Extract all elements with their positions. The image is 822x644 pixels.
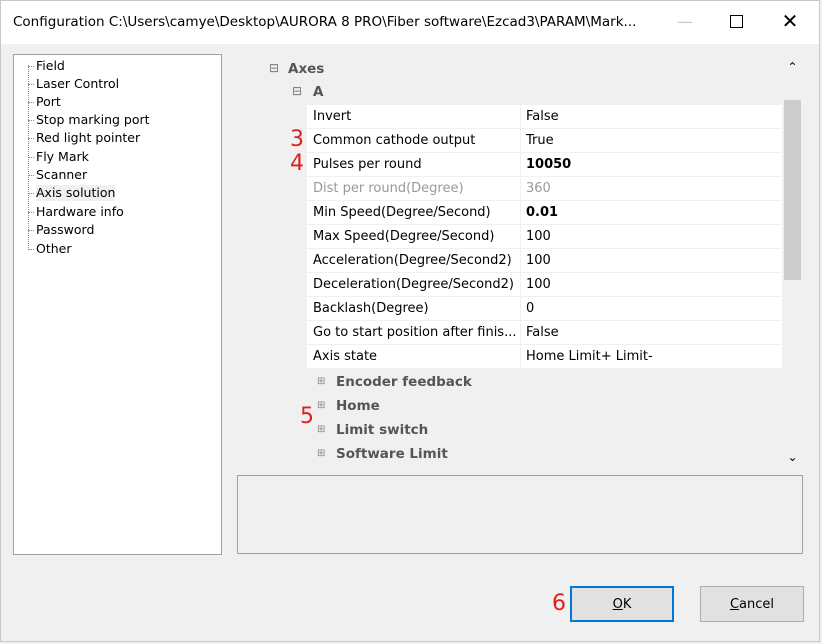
cancel-label: ancel	[739, 596, 775, 612]
property-value[interactable]: 100	[526, 277, 551, 292]
tree-connector	[28, 138, 34, 139]
tree-connector	[28, 102, 34, 103]
property-name: Common cathode output	[313, 133, 476, 148]
ok-accelerator: O	[612, 596, 623, 612]
description-panel	[237, 475, 803, 554]
tree-connector	[28, 66, 34, 67]
vertical-scrollbar[interactable]: ⌃ ⌄	[782, 54, 803, 466]
tree-connector	[28, 212, 34, 213]
tree-connector	[28, 175, 34, 176]
annotation-4: 4	[290, 151, 304, 176]
property-value[interactable]: Home Limit+ Limit-	[526, 349, 653, 364]
property-value: 360	[526, 181, 551, 196]
property-row[interactable]: Invert False	[307, 105, 783, 129]
property-name: Max Speed(Degree/Second)	[313, 229, 495, 244]
maximize-icon	[729, 14, 743, 28]
cancel-button[interactable]: Cancel	[700, 586, 804, 622]
property-name: Acceleration(Degree/Second2)	[313, 253, 512, 268]
annotation-6: 6	[552, 591, 566, 616]
property-row[interactable]: Min Speed(Degree/Second) 0.01	[307, 201, 783, 225]
tree-connector	[28, 193, 34, 194]
collapse-icon[interactable]: ⊟	[269, 61, 279, 75]
tree-item-scanner[interactable]: Scanner	[36, 167, 87, 183]
property-row[interactable]: Max Speed(Degree/Second) 100	[307, 225, 783, 249]
property-row[interactable]: Pulses per round 10050	[307, 153, 783, 177]
close-icon: ✕	[781, 9, 799, 33]
scrollbar-thumb[interactable]	[784, 100, 801, 280]
tree-connector	[28, 120, 34, 121]
category-axes[interactable]: Axes	[288, 61, 324, 77]
property-name: Axis state	[313, 349, 378, 364]
property-grid: ⊟ Axes ⊟ A Invert False Common cathode o…	[237, 54, 803, 466]
annotation-3: 3	[290, 127, 304, 152]
category-home[interactable]: Home	[336, 398, 380, 414]
property-row[interactable]: Dist per round(Degree) 360	[307, 177, 783, 201]
tree-connector	[28, 230, 34, 231]
property-value[interactable]: False	[526, 109, 559, 124]
property-name: Dist per round(Degree)	[313, 181, 464, 196]
category-software-limit[interactable]: Software Limit	[336, 446, 448, 462]
settings-tree: Field Laser Control Port Stop marking po…	[13, 54, 222, 555]
tree-item-hardware-info[interactable]: Hardware info	[36, 204, 124, 220]
expand-icon[interactable]: ⊞	[317, 376, 325, 387]
property-row[interactable]: Deceleration(Degree/Second2) 100	[307, 273, 783, 297]
property-value[interactable]: 0	[526, 301, 534, 316]
minimize-icon: —	[677, 11, 693, 31]
property-row[interactable]: Acceleration(Degree/Second2) 100	[307, 249, 783, 273]
ok-button[interactable]: OK	[570, 586, 674, 622]
property-name: Go to start position after finis...	[313, 325, 517, 340]
tree-item-other[interactable]: Other	[36, 241, 72, 257]
cancel-accelerator: C	[729, 596, 740, 612]
annotation-5: 5	[300, 404, 314, 429]
property-row[interactable]: Axis state Home Limit+ Limit-	[307, 345, 783, 369]
collapse-icon[interactable]: ⊟	[292, 84, 302, 98]
tree-item-fly-mark[interactable]: Fly Mark	[36, 149, 89, 165]
title-bar: Configuration C:\Users\camye\Desktop\AUR…	[0, 0, 820, 44]
category-a[interactable]: A	[313, 84, 323, 100]
tree-item-red-light-pointer[interactable]: Red light pointer	[36, 130, 140, 146]
property-value[interactable]: 100	[526, 229, 551, 244]
property-value[interactable]: False	[526, 325, 559, 340]
scroll-up-icon[interactable]: ⌃	[782, 60, 803, 76]
property-row[interactable]: Backlash(Degree) 0	[307, 297, 783, 321]
property-value[interactable]: 10050	[526, 157, 571, 172]
close-button[interactable]: ✕	[767, 1, 813, 41]
ok-label: K	[622, 596, 632, 612]
window-title: Configuration C:\Users\camye\Desktop\AUR…	[13, 14, 637, 30]
tree-item-axis-solution[interactable]: Axis solution	[36, 185, 116, 201]
property-name: Deceleration(Degree/Second2)	[313, 277, 514, 292]
property-value[interactable]: 100	[526, 253, 551, 268]
property-name: Min Speed(Degree/Second)	[313, 205, 491, 220]
property-value[interactable]: 0.01	[526, 205, 558, 220]
tree-connector	[28, 157, 34, 158]
tree-item-field[interactable]: Field	[36, 58, 65, 74]
property-name: Backlash(Degree)	[313, 301, 429, 316]
category-limit-switch[interactable]: Limit switch	[336, 422, 428, 438]
tree-connector	[28, 84, 34, 85]
property-name: Pulses per round	[313, 157, 422, 172]
expand-icon[interactable]: ⊞	[317, 448, 325, 459]
minimize-button[interactable]: —	[662, 1, 708, 41]
property-row[interactable]: Common cathode output True	[307, 129, 783, 153]
maximize-button[interactable]	[713, 1, 759, 41]
tree-connector	[28, 249, 34, 250]
tree-item-laser-control[interactable]: Laser Control	[36, 76, 119, 92]
category-encoder-feedback[interactable]: Encoder feedback	[336, 374, 472, 390]
expand-icon[interactable]: ⊞	[317, 400, 325, 411]
expand-icon[interactable]: ⊞	[317, 424, 325, 435]
tree-item-stop-marking-port[interactable]: Stop marking port	[36, 112, 150, 128]
property-value[interactable]: True	[526, 133, 554, 148]
property-row[interactable]: Go to start position after finis... Fals…	[307, 321, 783, 345]
property-name: Invert	[313, 109, 352, 124]
tree-item-port[interactable]: Port	[36, 94, 61, 110]
tree-item-password[interactable]: Password	[36, 222, 94, 238]
scroll-down-icon[interactable]: ⌄	[782, 450, 803, 466]
